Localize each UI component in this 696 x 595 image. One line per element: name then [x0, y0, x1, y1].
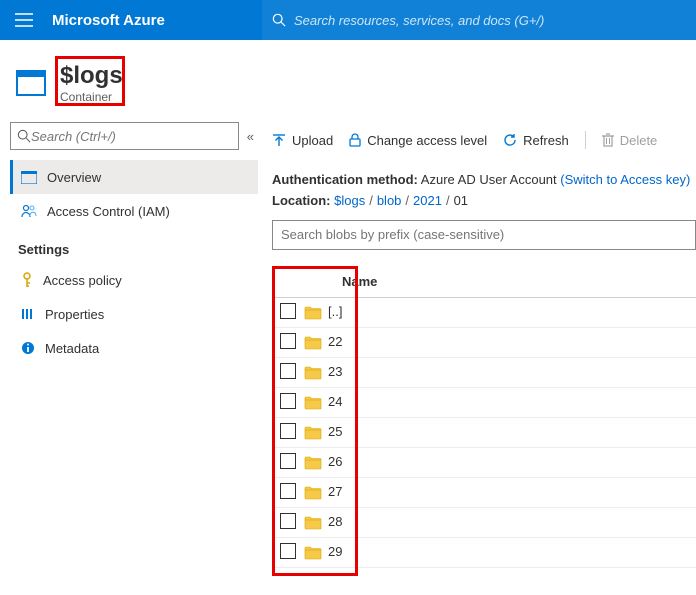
blob-name: 23: [328, 364, 342, 379]
folder-icon: [304, 516, 322, 530]
row-checkbox[interactable]: [280, 393, 296, 409]
lock-icon: [349, 133, 361, 147]
folder-icon: [304, 546, 322, 560]
folder-icon: [304, 426, 322, 440]
trash-icon: [602, 133, 614, 147]
row-checkbox[interactable]: [280, 363, 296, 379]
breadcrumb-segment[interactable]: blob: [377, 193, 402, 208]
table-row[interactable]: 23: [272, 357, 696, 387]
azure-topbar: Microsoft Azure: [0, 0, 696, 40]
folder-icon: [304, 336, 322, 350]
sidebar-group-settings: Settings: [10, 228, 258, 263]
breadcrumb-segment[interactable]: 2021: [413, 193, 442, 208]
sidebar-search-input[interactable]: [31, 129, 232, 144]
sidebar-item-iam[interactable]: Access Control (IAM): [10, 194, 258, 228]
blob-name: 29: [328, 544, 342, 559]
row-checkbox[interactable]: [280, 333, 296, 349]
table-row[interactable]: 25: [272, 417, 696, 447]
row-checkbox[interactable]: [280, 513, 296, 529]
global-search-input[interactable]: [286, 13, 686, 28]
change-access-button[interactable]: Change access level: [349, 133, 487, 148]
auth-method-value: Azure AD User Account: [421, 172, 557, 187]
row-checkbox[interactable]: [280, 483, 296, 499]
folder-icon: [304, 396, 322, 410]
blob-name: 25: [328, 424, 342, 439]
delete-button[interactable]: Delete: [602, 133, 658, 148]
folder-icon: [304, 366, 322, 380]
sidebar-item-properties[interactable]: Properties: [10, 297, 258, 331]
global-search[interactable]: [262, 0, 696, 40]
menu-toggle-button[interactable]: [0, 0, 48, 40]
sidebar: « Overview Access Control (IAM) Sett: [0, 122, 258, 568]
switch-access-key-link[interactable]: (Switch to Access key): [560, 172, 690, 187]
sidebar-item-label: Properties: [45, 307, 104, 322]
folder-icon: [304, 486, 322, 500]
command-bar: Upload Change access level Refresh: [272, 122, 696, 158]
search-icon: [17, 129, 31, 143]
sidebar-item-access-policy[interactable]: Access policy: [10, 263, 258, 297]
blob-search-input[interactable]: [273, 221, 695, 249]
blob-name: 22: [328, 334, 342, 349]
sidebar-item-overview[interactable]: Overview: [10, 160, 258, 194]
overview-icon: [21, 171, 37, 184]
upload-icon: [272, 133, 286, 147]
row-checkbox[interactable]: [280, 453, 296, 469]
blob-name: [..]: [328, 304, 342, 319]
sidebar-item-metadata[interactable]: Metadata: [10, 331, 258, 365]
table-row[interactable]: 22: [272, 327, 696, 357]
refresh-button[interactable]: Refresh: [503, 133, 569, 148]
key-icon: [21, 272, 33, 288]
blob-name: 24: [328, 394, 342, 409]
table-row[interactable]: 24: [272, 387, 696, 417]
resource-type: Container: [60, 90, 123, 104]
resource-header: $logs Container: [0, 40, 696, 104]
sidebar-item-label: Access Control (IAM): [47, 204, 170, 219]
table-row[interactable]: [..]: [272, 297, 696, 327]
sidebar-item-label: Overview: [47, 170, 101, 185]
main-content: Upload Change access level Refresh: [258, 122, 696, 568]
people-icon: [21, 204, 37, 218]
container-icon: [16, 70, 46, 96]
breadcrumb-segment[interactable]: $logs: [334, 193, 365, 208]
folder-icon: [304, 306, 322, 320]
brand-label: Microsoft Azure: [48, 12, 262, 29]
divider: [585, 131, 586, 149]
upload-button[interactable]: Upload: [272, 133, 333, 148]
search-icon: [272, 13, 286, 27]
folder-icon: [304, 456, 322, 470]
auth-method-label: Authentication method:: [272, 172, 418, 187]
sidebar-item-label: Metadata: [45, 341, 99, 356]
blob-name: 26: [328, 454, 342, 469]
properties-icon: [21, 307, 35, 321]
resource-title: $logs: [60, 62, 123, 90]
blob-name: 27: [328, 484, 342, 499]
row-checkbox[interactable]: [280, 543, 296, 559]
location-label: Location:: [272, 193, 331, 208]
blob-search[interactable]: [272, 220, 696, 250]
row-checkbox[interactable]: [280, 303, 296, 319]
sidebar-search[interactable]: [10, 122, 239, 150]
table-row[interactable]: 27: [272, 477, 696, 507]
info-icon: [21, 341, 35, 355]
table-row[interactable]: 28: [272, 507, 696, 537]
blob-name: 28: [328, 514, 342, 529]
blob-list-table: Name [..] 22 23 24 25 26 27 28 29: [272, 268, 696, 568]
table-row[interactable]: 29: [272, 537, 696, 567]
breadcrumb-segment-current: 01: [454, 193, 468, 208]
table-row[interactable]: 26: [272, 447, 696, 477]
refresh-icon: [503, 133, 517, 147]
column-header-name[interactable]: Name: [300, 268, 696, 298]
row-checkbox[interactable]: [280, 423, 296, 439]
hamburger-icon: [15, 13, 33, 27]
collapse-sidebar-button[interactable]: «: [247, 129, 258, 144]
sidebar-item-label: Access policy: [43, 273, 122, 288]
